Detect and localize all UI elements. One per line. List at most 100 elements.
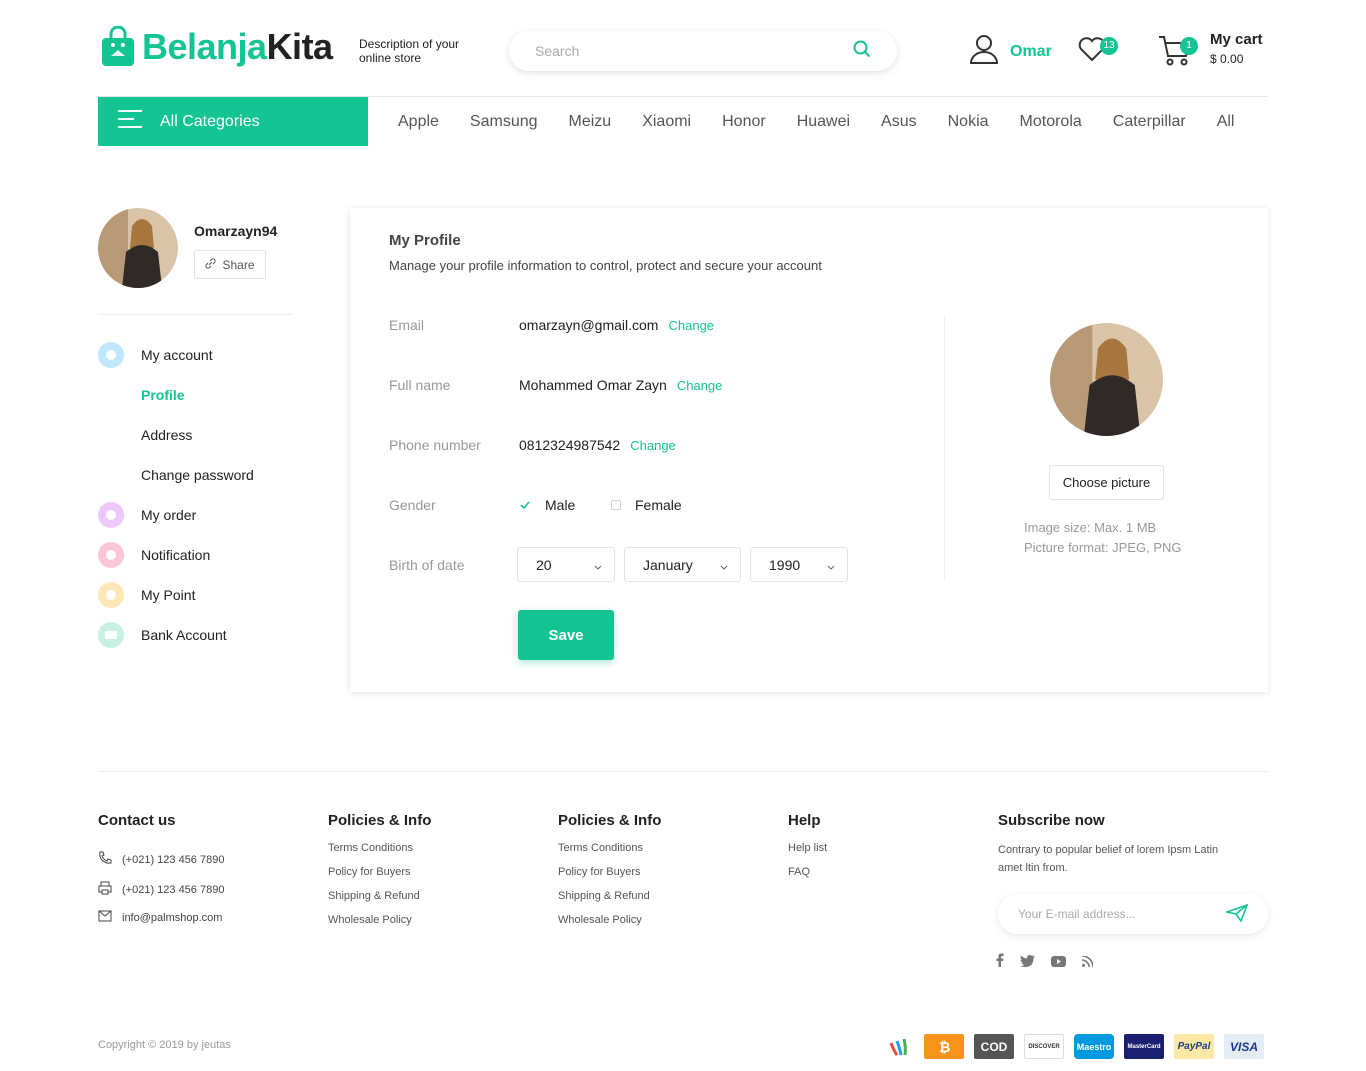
wishlist-count-badge: 13 [1100, 37, 1118, 55]
footer-link[interactable]: Policy for Buyers [558, 866, 641, 878]
cart-summary[interactable]: My cart $ 0.00 [1210, 31, 1263, 66]
footer-link[interactable]: Shipping & Refund [558, 890, 650, 902]
sidebar-item-label: My Point [141, 587, 196, 603]
user-icon [968, 33, 1000, 70]
share-button[interactable]: Share [194, 250, 266, 279]
footer-link[interactable]: Shipping & Refund [328, 890, 420, 902]
search-icon[interactable] [853, 40, 871, 63]
all-categories-button[interactable]: All Categories [98, 97, 368, 146]
sidebar-item-notification[interactable]: Notification [98, 542, 210, 568]
gender-female-option[interactable]: Female [611, 497, 682, 513]
store-description: Description of your online store [359, 37, 460, 65]
birth-month-value: January [643, 556, 693, 573]
twitter-icon[interactable] [1020, 954, 1035, 972]
brand-link[interactable]: Motorola [1020, 113, 1082, 131]
brand-link[interactable]: Xiaomi [642, 113, 691, 131]
card-vertical-divider [944, 317, 945, 581]
footer-link[interactable]: Terms Conditions [328, 842, 413, 854]
change-fullname-link[interactable]: Change [677, 378, 723, 393]
sidebar-item-bank-account[interactable]: Bank Account [98, 622, 227, 648]
brand-link[interactable]: Meizu [569, 113, 612, 131]
choose-picture-button[interactable]: Choose picture [1049, 465, 1164, 500]
email-row: omarzayn@gmail.com Change [519, 317, 714, 333]
sidebar-item-label: My order [141, 507, 197, 523]
visa-badge: VISA [1224, 1034, 1264, 1059]
footer-link[interactable]: Wholesale Policy [558, 914, 642, 926]
subscribe-placeholder: Your E-mail address... [1018, 907, 1136, 921]
cart-amount: $ 0.00 [1210, 52, 1244, 66]
phone-icon [98, 851, 112, 868]
brand-link[interactable]: Nokia [948, 113, 989, 131]
gender-label: Gender [389, 497, 436, 513]
rss-icon[interactable] [1081, 954, 1094, 972]
footer-link[interactable]: Wholesale Policy [328, 914, 412, 926]
cart-button[interactable]: 1 [1158, 34, 1198, 71]
contact-phone-1: (+021) 123 456 7890 [98, 851, 224, 868]
footer-link[interactable]: Terms Conditions [558, 842, 643, 854]
sidebar-subitem-address[interactable]: Address [141, 427, 192, 443]
sidebar-subitem-change-password[interactable]: Change password [141, 467, 254, 483]
sidebar-item-my-order[interactable]: My order [98, 502, 196, 528]
change-email-link[interactable]: Change [668, 318, 714, 333]
image-size-info: Image size: Max. 1 MB [1024, 520, 1157, 535]
send-icon[interactable] [1224, 903, 1249, 925]
search-bar[interactable] [509, 31, 897, 71]
maestro-badge: Maestro [1074, 1034, 1114, 1059]
email-value: omarzayn@gmail.com [519, 317, 659, 333]
footer-link[interactable]: Help list [788, 842, 827, 854]
footer-link[interactable]: FAQ [788, 866, 810, 878]
cart-icon [1158, 36, 1192, 70]
chevron-down-icon [594, 557, 602, 573]
cart-title: My cart [1210, 31, 1263, 48]
brand-link[interactable]: All [1217, 113, 1235, 131]
brand-link[interactable]: Samsung [470, 113, 538, 131]
fax-icon [98, 881, 112, 898]
brand-link[interactable]: Honor [722, 113, 766, 131]
shopping-bag-icon [100, 25, 136, 68]
brand-nav: Apple Samsung Meizu Xiaomi Honor Huawei … [398, 97, 1234, 146]
brand-link[interactable]: Apple [398, 113, 439, 131]
link-icon [205, 257, 217, 272]
brand-link[interactable]: Asus [881, 113, 917, 131]
chevron-down-icon [720, 557, 728, 573]
contact-fax-value: (+021) 123 456 7890 [122, 883, 225, 896]
sidebar-item-label: My account [141, 347, 213, 363]
birth-date-label: Birth of date [389, 557, 465, 573]
sidebar-subitem-profile[interactable]: Profile [141, 387, 185, 403]
fullname-label: Full name [389, 377, 451, 393]
subscribe-email-input[interactable]: Your E-mail address... [998, 894, 1268, 934]
profile-subtitle: Manage your profile information to contr… [389, 258, 822, 273]
footer-divider [98, 771, 1268, 772]
brand-name-part2: Kita [266, 26, 334, 67]
save-button[interactable]: Save [518, 610, 614, 660]
footer-help-title: Help [788, 812, 821, 829]
gender-male-option[interactable]: Male [519, 497, 575, 513]
birth-month-select[interactable]: January [624, 547, 741, 582]
social-links [996, 953, 1094, 972]
change-phone-link[interactable]: Change [630, 438, 676, 453]
birth-year-select[interactable]: 1990 [750, 547, 848, 582]
share-label: Share [222, 257, 255, 272]
birth-day-select[interactable]: 20 [517, 547, 615, 582]
sidebar-username: Omarzayn94 [194, 223, 278, 239]
brand-logo[interactable]: BelanjaKita [100, 25, 334, 68]
facebook-icon[interactable] [996, 953, 1004, 972]
phone-label: Phone number [389, 437, 481, 453]
cart-count-badge: 1 [1180, 37, 1198, 55]
wishlist-button[interactable]: 13 [1078, 36, 1118, 67]
brand-link[interactable]: Caterpillar [1113, 113, 1186, 131]
sidebar-item-my-point[interactable]: My Point [98, 582, 195, 608]
sidebar-item-my-account[interactable]: My account [98, 342, 213, 368]
search-input[interactable] [535, 43, 815, 59]
brand-link[interactable]: Huawei [797, 113, 850, 131]
youtube-icon[interactable] [1051, 954, 1066, 972]
phone-row: 0812324987542 Change [519, 437, 676, 453]
sidebar-item-label: Bank Account [141, 627, 227, 643]
chevron-down-icon [827, 557, 835, 573]
profile-card [350, 208, 1268, 692]
cod-badge: COD [974, 1034, 1014, 1059]
birth-year-value: 1990 [769, 556, 801, 573]
sidebar-divider [98, 314, 292, 315]
footer-link[interactable]: Policy for Buyers [328, 866, 411, 878]
user-account-link[interactable]: Omar [968, 33, 1052, 70]
